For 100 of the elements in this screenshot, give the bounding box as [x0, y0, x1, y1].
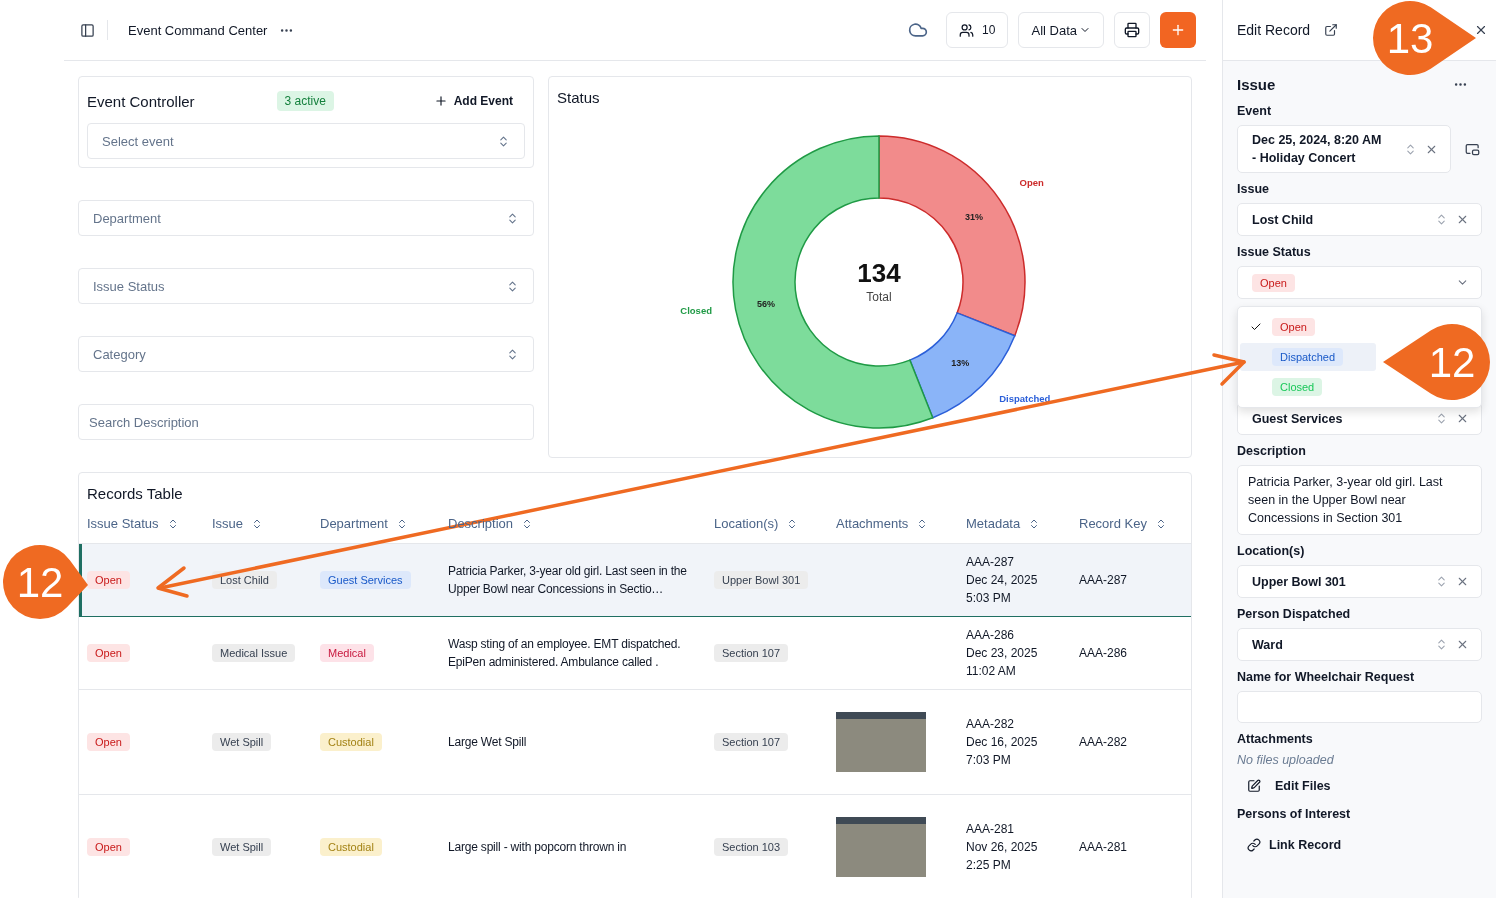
metadata-text: Dec 24, 2025	[966, 573, 1039, 587]
sort-icon	[1435, 638, 1448, 651]
input-field[interactable]	[1237, 691, 1482, 723]
dropdown-option[interactable]: Open	[1240, 313, 1376, 341]
description-text: Patricia Parker, 3-year old girl. Last seen in the Upper Bowl near Concessions in Sectio…	[448, 563, 688, 598]
record-key: AAA-282	[1079, 735, 1191, 749]
issue-tag: Medical Issue	[212, 644, 296, 662]
slice-label: Closed	[680, 304, 712, 316]
metadata-text: Dec 23, 2025	[966, 646, 1039, 660]
record-key: AAA-286	[1079, 646, 1191, 660]
metadata-text: Dec 16, 2025	[966, 735, 1039, 749]
description-field[interactable]: Patricia Parker, 3-year old girl. Last seen in the Upper Bowl near Concessions in Section 301	[1237, 465, 1482, 535]
column-header[interactable]: Record Key	[1079, 516, 1191, 531]
page-title: Event Command Center	[128, 22, 268, 38]
filter-select[interactable]: Category	[78, 336, 534, 372]
active-count-badge: 3 active	[276, 91, 334, 111]
link-icon	[1247, 838, 1261, 852]
status-badge: Open	[87, 644, 130, 662]
filter-select[interactable]: Issue Status	[78, 268, 534, 304]
edit-icon	[1247, 779, 1261, 793]
column-header[interactable]: Department	[320, 516, 448, 531]
clear-icon[interactable]	[1456, 213, 1469, 226]
percent-label: 56%	[757, 298, 776, 309]
sort-icon	[1435, 575, 1448, 588]
column-header[interactable]: Location(s)	[714, 516, 836, 531]
link-record-button[interactable]: Link Record	[1237, 838, 1342, 852]
issue-tag: Wet Spill	[212, 733, 272, 751]
select-field[interactable]: Lost Child	[1237, 203, 1482, 236]
print-button[interactable]	[1114, 12, 1150, 48]
percent-label: 13%	[951, 358, 970, 369]
print-icon	[1124, 22, 1140, 38]
status-badge: Dispatched	[1272, 348, 1344, 366]
column-header[interactable]: Issue Status	[87, 516, 212, 531]
edit-files-button[interactable]: Edit Files	[1237, 779, 1331, 793]
metadata-text: AAA-287	[966, 555, 1016, 569]
users-button[interactable]: 10	[946, 12, 1009, 48]
department-tag: Guest Services	[320, 571, 411, 589]
select-field[interactable]: Dec 25, 2024, 8:20 AM - Holiday Concert	[1237, 125, 1451, 173]
location-tag: Upper Bowl 301	[714, 571, 809, 589]
data-filter-dropdown[interactable]: All Data	[1018, 12, 1104, 48]
search-field[interactable]: Search Description	[78, 404, 534, 440]
field-label: Issue	[1237, 182, 1270, 198]
metadata-text: Nov 26, 2025	[966, 840, 1039, 854]
column-header[interactable]: Attachments	[836, 516, 966, 531]
sort-icon	[506, 211, 519, 225]
select-field[interactable]: Open	[1237, 266, 1482, 299]
select-field[interactable]: Upper Bowl 301	[1237, 565, 1482, 598]
status-badge: Open	[87, 571, 130, 589]
field-label: Person Dispatched	[1237, 607, 1352, 623]
sort-icon	[506, 279, 519, 293]
plus-icon	[433, 94, 448, 108]
status-badge: Open	[87, 733, 130, 751]
sort-icon	[506, 347, 519, 361]
metadata-text: AAA-281	[966, 822, 1016, 836]
filter-select[interactable]: Department	[78, 200, 534, 236]
empty-note: No files uploaded	[1237, 753, 1335, 767]
metadata-text: 7:03 PM	[966, 753, 1012, 767]
metadata-text: 5:03 PM	[966, 591, 1012, 605]
metadata-text: AAA-286	[966, 628, 1016, 642]
column-header[interactable]: Metadata	[966, 516, 1079, 531]
panel-title: Edit Record	[1237, 22, 1311, 38]
record-key: AAA-281	[1079, 840, 1191, 854]
card-title: Event Controller	[87, 92, 195, 110]
field-label: Name for Wheelchair Request	[1237, 670, 1416, 686]
department-tag: Medical	[320, 644, 374, 662]
field-label: Event	[1237, 104, 1273, 120]
metadata-text: AAA-282	[966, 717, 1016, 731]
card-title: Records Table	[86, 485, 184, 502]
dropdown-option[interactable]: Dispatched	[1240, 343, 1376, 371]
table-row[interactable]: Open Lost Child Guest Services Patricia Parker, 3-year old girl. Last seen in the Upper Bowl near Concessions in Sectio… Upper Bowl 301 AAA-287 Dec 24, 2025 5:03 PM AAA-287	[79, 544, 1191, 617]
status-badge: Open	[1272, 318, 1315, 336]
callout-marker: 12	[1383, 324, 1490, 400]
record-key: AAA-287	[1079, 573, 1191, 587]
slice-label: Dispatched	[999, 393, 1051, 405]
metadata-text: 2:25 PM	[966, 858, 1012, 872]
sort-icon	[1435, 412, 1448, 425]
status-badge: Open	[1252, 273, 1295, 292]
status-badge: Open	[87, 838, 130, 856]
issue-tag: Wet Spill	[212, 838, 272, 856]
column-header[interactable]: Issue	[212, 516, 320, 531]
sort-icon	[1435, 213, 1448, 226]
description-text: Wasp sting of an employee. EMT dispatched. EpiPen administered. Ambulance called .	[448, 636, 682, 671]
sort-icon	[497, 134, 510, 148]
event-select[interactable]: Select event	[87, 123, 525, 159]
field-label: Location(s)	[1237, 544, 1306, 560]
select-field[interactable]: Ward	[1237, 628, 1482, 661]
clear-icon[interactable]	[1456, 638, 1469, 651]
department-tag: Custodial	[320, 733, 382, 751]
field-label: Persons of Interest	[1237, 807, 1352, 823]
clear-icon[interactable]	[1456, 412, 1469, 425]
status-badge: Closed	[1272, 378, 1323, 396]
card-title: Status	[557, 89, 600, 106]
callout-marker: 12	[3, 545, 88, 619]
add-button[interactable]	[1160, 12, 1196, 48]
clear-icon[interactable]	[1456, 575, 1469, 588]
metadata-text: 11:02 AM	[966, 664, 1017, 678]
location-tag: Section 107	[714, 733, 789, 751]
add-event-button[interactable]: Add Event	[433, 94, 525, 108]
callout-marker: 13	[1373, 1, 1476, 75]
field-label: Issue Status	[1237, 245, 1312, 261]
